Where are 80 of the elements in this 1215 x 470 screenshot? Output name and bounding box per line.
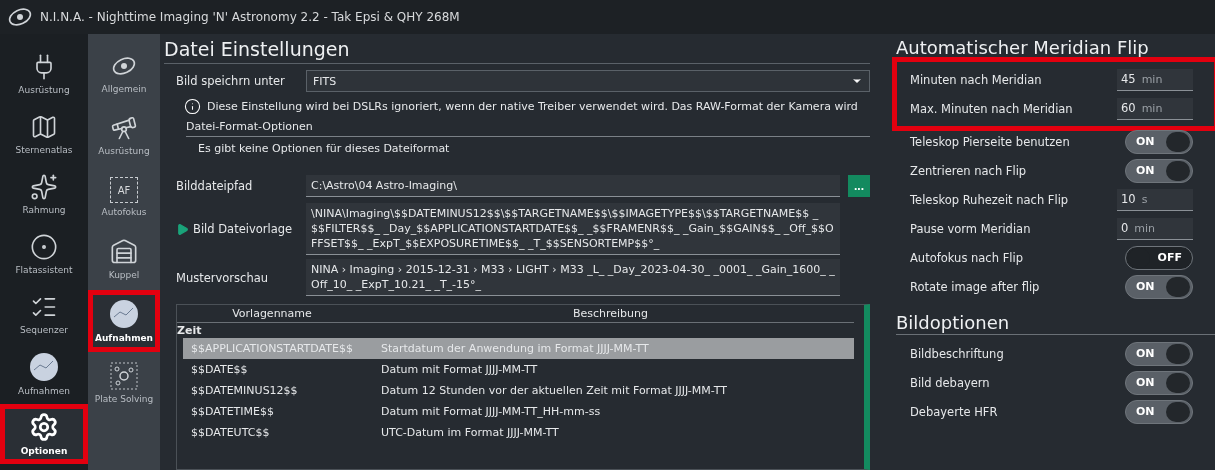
toggle-switch[interactable]: ON xyxy=(1125,399,1193,424)
nav-item[interactable]: Optionen xyxy=(0,404,88,464)
sky-icon xyxy=(29,352,59,382)
info-text: Es gibt keine Optionen für dieses Dateiformat xyxy=(198,142,451,155)
setting-label: Bild debayern xyxy=(910,375,990,390)
field-label: Bild speichrn unter xyxy=(176,74,286,88)
template-field[interactable]: \NINA\Imaging\$$DATEMINUS12$$\$$TARGETNAME$$\$$IMAGETYPE$$\$$TARGETNAME$$ _$$FILTER$$_ _Day_$$APPLICATIONSTARTDATE$$_ _$$FRAMENR$$_ _Gain_$$GAIN$$_ _Off_$$OFFSET$$_ _ExpT_$$EXPOSURETIME$$_ _T_$$SENSORTEMP$$°_ xyxy=(306,203,840,255)
play-icon xyxy=(176,222,189,236)
toggle-switch[interactable]: OFF xyxy=(1125,245,1193,270)
nav-item[interactable]: Ausrüstung xyxy=(0,44,88,104)
toggle-switch[interactable]: ON xyxy=(1125,370,1193,395)
field-label: Mustervorschau xyxy=(176,270,270,285)
settings-icon xyxy=(29,412,59,442)
section-title: Datei Einstellungen xyxy=(164,34,870,64)
nav-item[interactable]: Plate Solving xyxy=(88,352,160,414)
toggle-switch[interactable]: ON xyxy=(1125,274,1193,299)
toggle-switch[interactable]: ON xyxy=(1125,158,1193,183)
table-row[interactable]: $$DATE$$ Datum mit Format JJJJ-MM-TT xyxy=(183,359,854,380)
table-cell-text: $$DATEMINUS12$$ xyxy=(190,384,299,397)
toggle-switch[interactable]: ON xyxy=(1125,341,1193,366)
flat-panel-icon xyxy=(30,233,58,261)
path-field[interactable]: C:\Astro\04 Astro-Imaging\ xyxy=(306,175,840,197)
field-label: Bild Dateivorlage xyxy=(193,222,293,236)
nav-item[interactable]: Ausrüstung xyxy=(88,104,160,166)
telescope-icon xyxy=(110,114,138,142)
nav-item[interactable]: Allgemein xyxy=(88,42,160,104)
autofocus-icon: AF xyxy=(110,177,138,203)
setting-label: Bildbeschriftung xyxy=(910,346,1004,361)
setting-label: Teleskop Pierseite benutzen xyxy=(910,134,1070,149)
table-row[interactable]: $$DATEUTC$$ UTC-Datum im Format JJJJ-MM-TT xyxy=(183,422,854,443)
table-row[interactable]: $$DATETIME$$ Datum mit Format JJJJ-MM-TT_HH-mm-ss xyxy=(183,401,854,422)
setting-label: Rotate image after flip xyxy=(910,279,1040,294)
dome-icon xyxy=(110,238,138,266)
table-cell-text: $$APPLICATIONSTARTDATE$$ xyxy=(190,342,354,355)
section-title: Automatischer Meridian Flip xyxy=(896,36,1150,59)
setting-label: Debayerte HFR xyxy=(910,404,998,419)
table-cell-text: Startdatum der Anwendung im Format JJJJ-MM-TT xyxy=(380,342,650,355)
map-icon xyxy=(30,113,58,141)
nav-item[interactable]: Aufnahmen xyxy=(0,344,88,404)
number-field[interactable]: 45 min xyxy=(1117,68,1193,91)
nav-item[interactable]: Sequenzer xyxy=(0,284,88,344)
preview-field: NINA › Imaging › 2015-12-31 › M33 › LIGHT › M33 _L_ _Day_2023-04-30_ _0001_ _Gain_1600_ _Off_10_ _ExpT_10.21_ _T_-15°_ xyxy=(306,259,840,296)
notice-text: Diese Einstellung wird bei DSLRs ignoriert, wenn der native Treiber verwendet wird. Das RAW-Format der Kamera wird xyxy=(207,100,858,113)
table-cell-text: Datum mit Format JJJJ-MM-TT_HH-mm-ss xyxy=(380,405,602,418)
field-label: Bilddateipfad xyxy=(176,179,254,193)
column-header: Beschreibung xyxy=(571,306,650,322)
info-icon xyxy=(184,98,201,115)
stars-icon xyxy=(30,173,58,201)
setting-label: Max. Minuten nach Meridian xyxy=(910,101,1073,116)
nav-item[interactable]: Sternenatlas xyxy=(0,104,88,164)
number-field[interactable]: 10 s xyxy=(1117,188,1193,211)
plate-solving-icon xyxy=(110,362,138,390)
table-row[interactable]: $$DATEMINUS12$$ Datum 12 Stunden vor der aktuellen Zeit mit Format JJJJ-MM-TT xyxy=(183,380,854,401)
setting-label: Pause vorm Meridian xyxy=(910,221,1031,236)
sky-icon xyxy=(109,299,139,329)
subsection-title: Datei-Format-Optionen xyxy=(186,117,870,137)
nav-item[interactable]: Rahmung xyxy=(0,164,88,224)
table-cell-text: Datum 12 Stunden vor der aktuellen Zeit mit Format JJJJ-MM-TT xyxy=(380,384,728,397)
group-header: Zeit xyxy=(177,323,203,338)
nav-item[interactable]: Kuppel xyxy=(88,228,160,290)
setting-label: Zentrieren nach Flip xyxy=(910,163,1027,178)
setting-label: Minuten nach Meridian xyxy=(910,72,1042,87)
nav-item[interactable]: Aufnahmen xyxy=(88,290,160,352)
format-dropdown[interactable]: FITS xyxy=(306,70,870,92)
number-field[interactable]: 0 min xyxy=(1117,217,1193,240)
window-title: N.I.N.A. - Nighttime Imaging 'N' Astronomy 2.2 - Tak Epsi & QHY 268M xyxy=(40,10,460,24)
toggle-switch[interactable]: ON xyxy=(1125,129,1193,154)
nav-item[interactable]: AF Autofokus xyxy=(88,166,160,228)
nav-item[interactable]: Flatassistent xyxy=(0,224,88,284)
table-cell-text: UTC-Datum im Format JJJJ-MM-TT xyxy=(380,426,560,439)
table-cell-text: $$DATEUTC$$ xyxy=(190,426,271,439)
section-title: Bildoptionen xyxy=(896,309,1215,335)
number-field[interactable]: 60 min xyxy=(1117,97,1193,120)
setting-label: Autofokus nach Flip xyxy=(910,250,1023,265)
table-cell-text: Datum mit Format JJJJ-MM-TT xyxy=(380,363,539,376)
column-header: Vorlagenname xyxy=(231,306,313,322)
browse-button[interactable]: ... xyxy=(848,175,870,197)
setting-label: Teleskop Ruhezeit nach Flip xyxy=(910,192,1069,207)
table-cell-text: $$DATETIME$$ xyxy=(190,405,275,418)
table-cell-text: $$DATE$$ xyxy=(190,363,249,376)
